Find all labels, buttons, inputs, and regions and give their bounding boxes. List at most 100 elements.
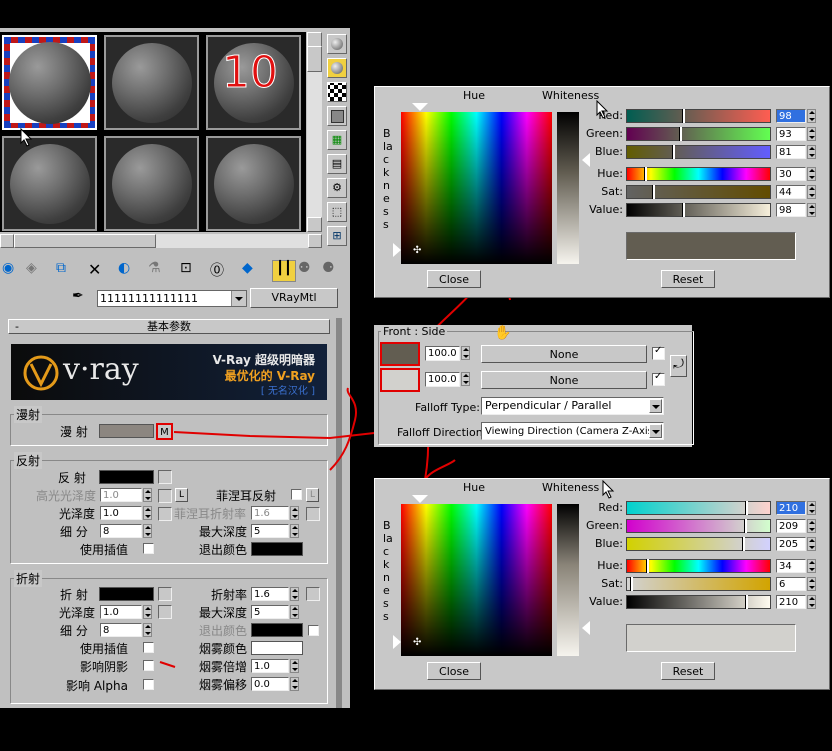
- green-spinner[interactable]: [807, 519, 816, 533]
- red-field[interactable]: 210: [776, 501, 806, 515]
- blue-slider[interactable]: [626, 145, 771, 159]
- red-field[interactable]: 98: [776, 109, 806, 123]
- green-thumb[interactable]: [744, 519, 747, 533]
- value-field[interactable]: 210: [776, 595, 806, 609]
- hue-header-label: Hue: [463, 481, 486, 494]
- green-slider[interactable]: [626, 127, 771, 141]
- side-map-button[interactable]: None: [481, 371, 647, 389]
- reset-button[interactable]: Reset: [661, 270, 715, 288]
- value-spinner[interactable]: [807, 203, 816, 217]
- hue-blackness-field[interactable]: ✣: [401, 504, 552, 656]
- falloff-direction-dropdown[interactable]: Viewing Direction (Camera Z-Axis): [481, 422, 664, 440]
- front-map-checkbox[interactable]: ✓: [652, 345, 665, 360]
- mouse-cursor-icon: [602, 480, 615, 499]
- sat-spinner[interactable]: [807, 185, 816, 199]
- hue-slider[interactable]: [626, 167, 771, 181]
- color-picker-bottom: Hue Whiteness Blackness ✣ Red: 210 Green…: [374, 478, 830, 690]
- blue-field[interactable]: 205: [776, 537, 806, 551]
- value-slider[interactable]: [626, 595, 771, 609]
- value-thumb[interactable]: [745, 595, 748, 609]
- hue-thumb[interactable]: [644, 167, 647, 181]
- side-color-swatch[interactable]: [380, 368, 420, 392]
- hand-cursor-icon: ✋: [494, 325, 512, 341]
- blackness-label: Blackness: [383, 127, 393, 231]
- red-slider[interactable]: [626, 109, 771, 123]
- side-map-checkbox[interactable]: ✓: [652, 371, 665, 386]
- front-color-swatch[interactable]: [380, 342, 420, 366]
- sat-thumb[interactable]: [630, 577, 633, 591]
- sat-label: Sat:: [601, 577, 623, 590]
- swap-colors-button[interactable]: ⤾: [670, 355, 687, 377]
- blue-thumb[interactable]: [672, 145, 675, 159]
- close-button[interactable]: Close: [427, 270, 481, 288]
- blue-spinner[interactable]: [807, 537, 816, 551]
- blue-field[interactable]: 81: [776, 145, 806, 159]
- sat-field[interactable]: 44: [776, 185, 806, 199]
- blue-label: Blue:: [594, 145, 623, 158]
- whiteness-pointer-icon[interactable]: [582, 621, 590, 635]
- green-slider[interactable]: [626, 519, 771, 533]
- sat-label: Sat:: [601, 185, 623, 198]
- blue-spinner[interactable]: [807, 145, 816, 159]
- close-button[interactable]: Close: [427, 662, 481, 680]
- side-amount-field[interactable]: 100.0: [425, 372, 460, 387]
- green-spinner[interactable]: [807, 127, 816, 141]
- front-amount-spinner[interactable]: [461, 346, 470, 360]
- green-label: Green:: [585, 519, 623, 532]
- chevron-down-icon: [649, 399, 662, 413]
- hue-spinner[interactable]: [807, 167, 816, 181]
- blackness-pointer-icon[interactable]: [393, 635, 401, 649]
- hue-pointer-icon[interactable]: [412, 495, 428, 503]
- whiteness-header-label: Whiteness: [542, 89, 600, 102]
- value-label: Value:: [589, 203, 623, 216]
- falloff-title: Front : Side: [381, 325, 448, 338]
- green-field[interactable]: 209: [776, 519, 806, 533]
- hue-field[interactable]: 34: [776, 559, 806, 573]
- sat-field[interactable]: 6: [776, 577, 806, 591]
- hue-header-label: Hue: [463, 89, 486, 102]
- value-field[interactable]: 98: [776, 203, 806, 217]
- hue-blackness-field[interactable]: ✣: [401, 112, 552, 264]
- hue-slider[interactable]: [626, 559, 771, 573]
- front-amount-field[interactable]: 100.0: [425, 346, 460, 361]
- hue-spinner[interactable]: [807, 559, 816, 573]
- sat-slider[interactable]: [626, 577, 771, 591]
- chevron-down-icon: [649, 424, 662, 438]
- blue-thumb[interactable]: [742, 537, 745, 551]
- reset-button[interactable]: Reset: [661, 662, 715, 680]
- value-thumb[interactable]: [682, 203, 685, 217]
- sat-slider[interactable]: [626, 185, 771, 199]
- falloff-panel: Front : Side ✋ 100.0 None ✓ 100.0 None ✓…: [374, 325, 694, 447]
- value-label: Value:: [589, 595, 623, 608]
- red-spinner[interactable]: [807, 109, 816, 123]
- blue-slider[interactable]: [626, 537, 771, 551]
- red-thumb[interactable]: [682, 109, 685, 123]
- red-slider[interactable]: [626, 501, 771, 515]
- field-crosshair-icon: ✣: [413, 637, 422, 648]
- green-thumb[interactable]: [679, 127, 682, 141]
- red-thumb[interactable]: [745, 501, 748, 515]
- sat-spinner[interactable]: [807, 577, 816, 591]
- falloff-type-label: Falloff Type:: [415, 401, 480, 414]
- front-map-button[interactable]: None: [481, 345, 647, 363]
- falloff-direction-label: Falloff Direction:: [397, 426, 487, 439]
- blackness-label: Blackness: [383, 519, 393, 623]
- color-preview-swatch: [626, 624, 796, 652]
- falloff-type-dropdown[interactable]: Perpendicular / Parallel: [481, 397, 664, 415]
- swap-icon: ⤾: [673, 357, 684, 372]
- color-preview-swatch: [626, 232, 796, 260]
- sat-thumb[interactable]: [652, 185, 655, 199]
- hue-thumb[interactable]: [646, 559, 649, 573]
- whiteness-header-label: Whiteness: [542, 481, 600, 494]
- field-crosshair-icon: ✣: [413, 245, 422, 256]
- green-field[interactable]: 93: [776, 127, 806, 141]
- green-label: Green:: [585, 127, 623, 140]
- hue-pointer-icon[interactable]: [412, 103, 428, 111]
- blue-label: Blue:: [594, 537, 623, 550]
- hue-field[interactable]: 30: [776, 167, 806, 181]
- value-slider[interactable]: [626, 203, 771, 217]
- red-spinner[interactable]: [807, 501, 816, 515]
- value-spinner[interactable]: [807, 595, 816, 609]
- side-amount-spinner[interactable]: [461, 372, 470, 386]
- blackness-pointer-icon[interactable]: [393, 243, 401, 257]
